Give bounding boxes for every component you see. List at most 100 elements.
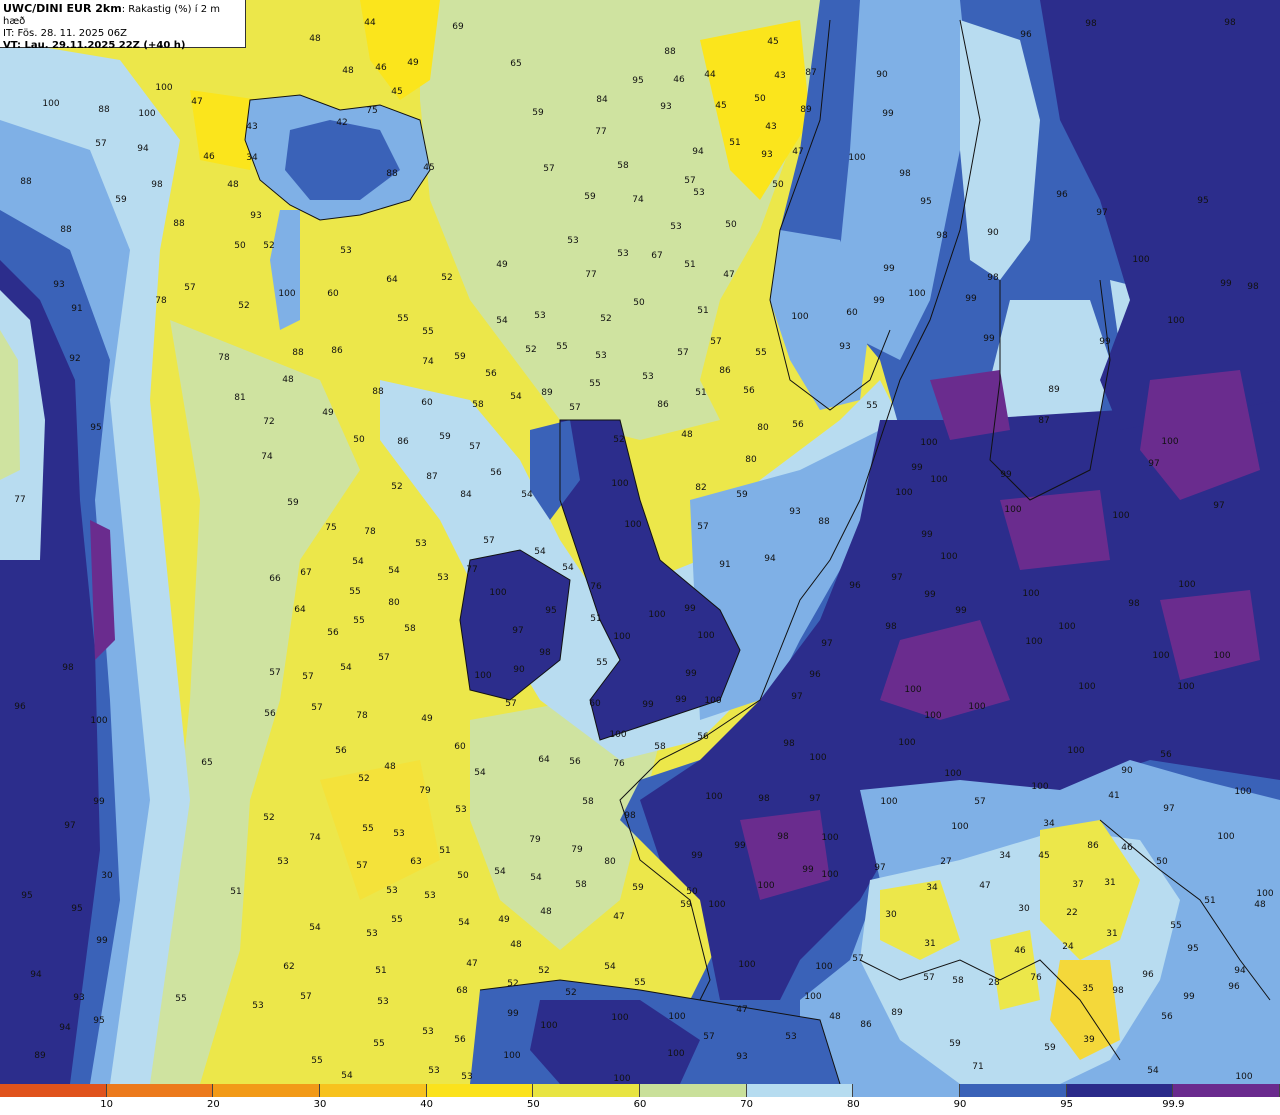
humidity-value-label: 79 (419, 786, 431, 796)
colorbar-legend: 10 20 30 40 50 60 70 80 90 95 99.9 (0, 1084, 1280, 1115)
humidity-value-label: 65 (201, 758, 212, 768)
humidity-value-label: 34 (246, 153, 258, 163)
humidity-value-label: 59 (1044, 1043, 1056, 1053)
humidity-value-label: 88 (664, 47, 676, 57)
humidity-value-label: 53 (422, 1027, 433, 1037)
humidity-value-label: 93 (789, 507, 800, 517)
humidity-value-label: 30 (885, 910, 897, 920)
humidity-map[interactable]: 44 69 48 65 88 45 96 98 46 49 48 45 95 46 44 43 87 90 98 10… (0, 0, 1280, 1084)
humidity-value-label: 95 (1187, 944, 1198, 954)
humidity-value-label: 89 (800, 105, 812, 115)
humidity-value-label: 56 (454, 1035, 466, 1045)
humidity-value-label: 74 (309, 833, 321, 843)
humidity-value-label: 100 (1167, 316, 1184, 326)
humidity-value-label: 77 (466, 565, 477, 575)
humidity-value-label: 97 (1213, 501, 1224, 511)
humidity-value-label: 100 (42, 99, 59, 109)
humidity-value-label: 52 (263, 241, 274, 251)
humidity-value-label: 51 (590, 614, 601, 624)
humidity-value-label: 79 (571, 845, 583, 855)
humidity-value-label: 43 (765, 122, 776, 132)
humidity-value-label: 47 (736, 1005, 747, 1015)
humidity-value-label: 93 (53, 280, 64, 290)
humidity-value-label: 57 (697, 522, 708, 532)
humidity-value-label: 94 (692, 147, 704, 157)
humidity-value-label: 96 (14, 702, 26, 712)
humidity-value-label: 100 (791, 312, 808, 322)
humidity-value-label: 100 (1022, 589, 1039, 599)
colorbar-swatch (1173, 1084, 1280, 1097)
humidity-value-label: 100 (804, 992, 821, 1002)
humidity-value-label: 44 (704, 70, 716, 80)
humidity-value-label: 46 (375, 63, 387, 73)
humidity-value-label: 64 (294, 605, 306, 615)
humidity-value-label: 99 (1000, 470, 1012, 480)
humidity-value-label: 58 (404, 624, 416, 634)
humidity-value-label: 46 (1014, 946, 1026, 956)
humidity-value-label: 90 (987, 228, 999, 238)
humidity-value-label: 90 (876, 70, 888, 80)
humidity-value-label: 53 (534, 311, 545, 321)
humidity-value-label: 30 (101, 871, 113, 881)
humidity-value-label: 55 (1170, 921, 1181, 931)
humidity-value-label: 55 (391, 915, 402, 925)
humidity-value-label: 53 (693, 188, 704, 198)
humidity-value-label: 37 (1072, 880, 1083, 890)
humidity-value-label: 56 (697, 732, 709, 742)
humidity-value-label: 97 (809, 794, 820, 804)
humidity-value-label: 93 (660, 102, 671, 112)
humidity-value-label: 100 (815, 962, 832, 972)
colorbar-tick-label: 20 (206, 1099, 220, 1110)
humidity-value-label: 51 (695, 388, 706, 398)
humidity-value-label: 86 (397, 437, 409, 447)
humidity-value-label: 94 (59, 1023, 71, 1033)
humidity-value-label: 43 (774, 71, 785, 81)
humidity-value-label: 48 (309, 34, 321, 44)
humidity-value-label: 53 (785, 1032, 796, 1042)
humidity-value-label: 57 (923, 973, 934, 983)
humidity-value-label: 57 (703, 1032, 714, 1042)
humidity-value-label: 100 (540, 1021, 557, 1031)
humidity-value-label: 56 (264, 709, 276, 719)
humidity-value-label: 51 (1204, 896, 1215, 906)
humidity-value-label: 51 (375, 966, 386, 976)
colorbar-tick-label: 40 (420, 1099, 434, 1110)
humidity-value-label: 60 (327, 289, 339, 299)
humidity-value-label: 100 (930, 475, 947, 485)
humidity-value-label: 55 (349, 587, 360, 597)
humidity-value-label: 98 (624, 811, 636, 821)
humidity-value-label: 49 (421, 714, 433, 724)
humidity-value-label: 52 (238, 301, 249, 311)
humidity-value-label: 100 (90, 716, 107, 726)
humidity-value-label: 55 (596, 658, 607, 668)
humidity-value-label: 94 (30, 970, 42, 980)
humidity-value-label: 94 (137, 144, 149, 154)
humidity-value-label: 97 (891, 573, 902, 583)
humidity-value-label: 66 (269, 574, 281, 584)
humidity-value-label: 57 (543, 164, 554, 174)
humidity-value-label: 46 (673, 75, 685, 85)
humidity-value-label: 89 (1048, 385, 1060, 395)
humidity-value-label: 100 (1025, 637, 1042, 647)
humidity-value-label: 45 (767, 37, 778, 47)
humidity-value-label: 58 (654, 742, 666, 752)
colorbar-tick-label: 90 (953, 1099, 967, 1110)
init-time: IT: Fös. 28. 11. 2025 06Z (3, 28, 127, 39)
humidity-value-label: 50 (725, 220, 737, 230)
humidity-value-label: 57 (356, 861, 367, 871)
humidity-value-label: 100 (944, 769, 961, 779)
colorbar-swatch (960, 1084, 1067, 1097)
humidity-value-label: 95 (90, 423, 101, 433)
humidity-value-label: 57 (469, 442, 480, 452)
humidity-value-label: 58 (575, 880, 587, 890)
humidity-value-label: 100 (848, 153, 865, 163)
humidity-value-label: 95 (71, 904, 82, 914)
humidity-value-label: 100 (503, 1051, 520, 1061)
humidity-value-label: 47 (466, 959, 477, 969)
humidity-value-label: 56 (1160, 750, 1172, 760)
humidity-value-label: 97 (1163, 804, 1174, 814)
humidity-value-label: 43 (246, 122, 257, 132)
humidity-value-label: 100 (1058, 622, 1075, 632)
humidity-value-label: 53 (386, 886, 397, 896)
humidity-value-label: 55 (311, 1056, 322, 1066)
